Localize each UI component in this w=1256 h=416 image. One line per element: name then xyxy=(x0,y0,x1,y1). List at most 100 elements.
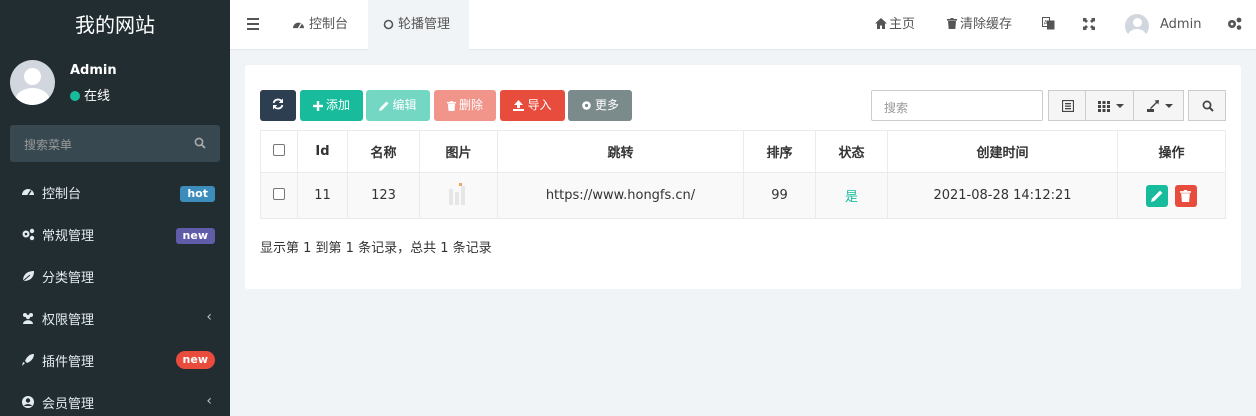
table-header-row: Id 名称 图片 跳转 排序 状态 创建时间 操作 xyxy=(260,130,1226,173)
clear-cache-button[interactable]: 清除缓存 xyxy=(947,0,1012,50)
tab-carousel[interactable]: 轮播管理 xyxy=(368,0,469,50)
user-circle-icon xyxy=(22,396,34,408)
sidebar-item-label: 常规管理 xyxy=(42,229,95,244)
sidebar-item-label: 插件管理 xyxy=(42,355,95,370)
fullscreen-icon xyxy=(1083,18,1095,30)
settings-button[interactable] xyxy=(1227,0,1243,50)
edit-label: 编辑 xyxy=(392,98,417,112)
edit-button[interactable]: 编辑 xyxy=(366,90,430,121)
rocket-icon xyxy=(22,354,34,366)
chevron-left-icon: ‹ xyxy=(206,393,212,409)
chevron-left-icon: ‹ xyxy=(206,309,212,325)
sidebar-item-label: 控制台 xyxy=(42,187,82,202)
export-icon xyxy=(1147,100,1159,112)
refresh-button[interactable] xyxy=(260,90,296,121)
user-panel: Admin 在线 xyxy=(0,50,230,112)
top-navbar: 控制台 轮播管理 主页 清除缓存 A Admin xyxy=(230,0,1256,50)
data-table: Id 名称 图片 跳转 排序 状态 创建时间 操作 11 123 https:/… xyxy=(260,130,1226,219)
sidebar-item-members[interactable]: 会员管理 ‹ xyxy=(0,381,230,416)
row-checkbox[interactable] xyxy=(273,187,285,200)
leaf-icon xyxy=(22,271,34,282)
column-header[interactable]: 名称 xyxy=(347,130,420,173)
language-button[interactable]: A xyxy=(1042,0,1056,50)
circle-icon xyxy=(383,19,394,30)
trash-icon xyxy=(1179,189,1191,202)
home-label: 主页 xyxy=(889,17,916,32)
caret-down-icon xyxy=(1116,104,1124,108)
menu-toggle-icon[interactable] xyxy=(247,18,259,33)
column-header[interactable]: 状态 xyxy=(815,130,888,173)
status-badge[interactable]: 是 xyxy=(845,190,858,205)
columns-button[interactable] xyxy=(1085,90,1134,121)
plus-icon xyxy=(312,101,323,111)
column-header: 操作 xyxy=(1117,130,1226,173)
pagination-info: 显示第 1 到第 1 条记录，总共 1 条记录 xyxy=(260,241,492,256)
sidebar-search-input[interactable]: 搜索菜单 xyxy=(10,125,220,162)
sidebar-item-general[interactable]: 常规管理 new xyxy=(0,213,230,255)
cell-name: 123 xyxy=(347,172,420,219)
trash-icon xyxy=(446,101,456,111)
export-button[interactable] xyxy=(1133,90,1184,121)
cell-sort: 99 xyxy=(743,172,816,219)
sidebar-item-label: 分类管理 xyxy=(42,271,95,286)
hot-badge: hot xyxy=(180,186,215,202)
add-button[interactable]: 添加 xyxy=(300,90,363,121)
pencil-icon xyxy=(1151,190,1163,202)
sidebar-item-auth[interactable]: 权限管理 ‹ xyxy=(0,297,230,339)
user-menu[interactable]: Admin xyxy=(1160,0,1201,50)
tab-dashboard[interactable]: 控制台 xyxy=(278,0,368,50)
row-edit-button[interactable] xyxy=(1146,184,1169,207)
select-all-cell xyxy=(260,130,298,173)
sidebar-item-label: 权限管理 xyxy=(42,313,95,328)
search-placeholder: 搜索 xyxy=(884,101,909,115)
cogs-icon xyxy=(22,228,35,241)
toggle-view-button[interactable] xyxy=(1048,90,1086,121)
user-name: Admin xyxy=(70,63,117,78)
row-select-cell xyxy=(260,172,298,219)
delete-button[interactable]: 删除 xyxy=(434,90,496,121)
column-header[interactable]: Id xyxy=(297,130,348,173)
avatar[interactable] xyxy=(1125,14,1149,38)
cell-status: 是 xyxy=(815,172,888,219)
cell-image xyxy=(419,172,498,219)
cell-id: 11 xyxy=(297,172,348,219)
cog-icon xyxy=(582,101,591,110)
status-label: 在线 xyxy=(84,89,111,104)
user-status: 在线 xyxy=(70,85,110,104)
column-header[interactable]: 创建时间 xyxy=(887,130,1118,173)
grid-icon xyxy=(1098,101,1110,112)
refresh-icon xyxy=(272,98,284,110)
home-icon xyxy=(875,18,887,29)
column-header[interactable]: 排序 xyxy=(743,130,816,173)
row-delete-button[interactable] xyxy=(1174,184,1197,207)
pencil-icon xyxy=(379,101,389,111)
sidebar-search-placeholder: 搜索菜单 xyxy=(24,138,73,152)
search-icon[interactable] xyxy=(194,137,206,149)
new-badge: new xyxy=(175,228,215,244)
clear-cache-label: 清除缓存 xyxy=(960,17,1013,32)
select-all-checkbox[interactable] xyxy=(273,143,285,156)
fullscreen-button[interactable] xyxy=(1083,0,1097,50)
more-button[interactable]: 更多 xyxy=(568,90,632,121)
import-button[interactable]: 导入 xyxy=(500,90,565,121)
column-header[interactable]: 跳转 xyxy=(497,130,744,173)
home-link[interactable]: 主页 xyxy=(875,0,915,50)
search-input[interactable]: 搜索 xyxy=(871,90,1043,121)
sidebar-item-category[interactable]: 分类管理 xyxy=(0,255,230,297)
brand-logo[interactable]: 我的网站 xyxy=(0,0,230,50)
column-header[interactable]: 图片 xyxy=(419,130,498,173)
sidebar-item-dashboard[interactable]: 控制台 hot xyxy=(0,171,230,213)
add-label: 添加 xyxy=(325,98,350,112)
content-panel: 添加 编辑 删除 导入 更多 搜索 Id 名称 图片 跳转 排序 状态 创建时间… xyxy=(245,65,1241,289)
search-icon xyxy=(1202,100,1214,112)
dashboard-icon xyxy=(22,189,34,196)
image-thumbnail[interactable] xyxy=(445,180,473,208)
search-button[interactable] xyxy=(1188,90,1226,121)
table-row: 11 123 https://www.hongfs.cn/ 99 是 2021-… xyxy=(260,172,1226,219)
new-badge: new xyxy=(175,351,215,369)
sidebar-item-plugins[interactable]: 插件管理 new xyxy=(0,339,230,381)
online-dot-icon xyxy=(70,91,80,101)
cell-operate xyxy=(1117,172,1226,219)
cogs-icon xyxy=(1228,17,1242,30)
sidebar-menu: 控制台 hot 常规管理 new 分类管理 权限管理 ‹ 插件管理 new 会员… xyxy=(0,171,230,416)
